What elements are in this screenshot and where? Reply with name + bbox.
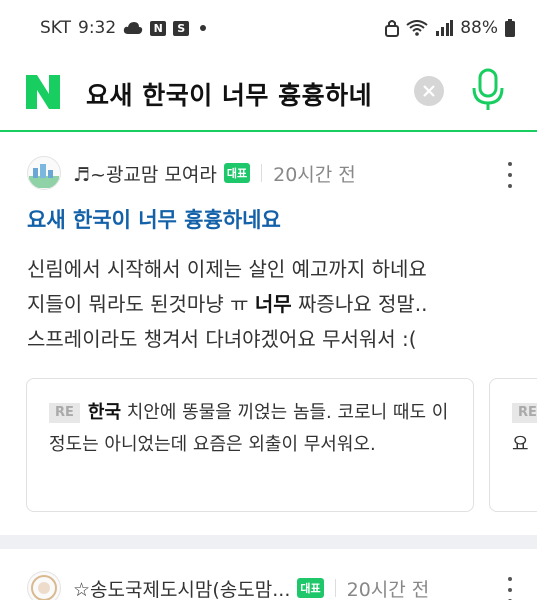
cafe-name[interactable]: ♬~광교맘 모여라: [73, 160, 217, 187]
cafe-name[interactable]: ☆송도국제도시맘(송도맘...: [73, 575, 290, 600]
more-icon: [508, 577, 512, 581]
search-bar: 요새 한국이 너무 흉흉하네: [0, 56, 537, 132]
cafe-thumbnail-image: [31, 575, 57, 600]
snippet-line: 스프레이라도 챙겨서 다녀야겠어요 무서워서 :(: [27, 327, 417, 351]
battery-percent: 88%: [460, 18, 498, 38]
search-input[interactable]: 요새 한국이 너무 흉흉하네: [86, 76, 402, 112]
section-divider: [0, 535, 537, 549]
comment-card[interactable]: RE 한국 치안에 똥물을 끼얹는 놈들. 코로니 때도 이 정도는 아니었는데 …: [26, 378, 474, 512]
mic-icon[interactable]: [470, 68, 506, 112]
search-result-card[interactable]: ♬~광교맘 모여라 대표 20시간 전 요새 한국이 너무 흉흉하네요 신림에서…: [0, 132, 537, 535]
post-title[interactable]: 요새 한국이 너무 흉흉하네요: [27, 204, 281, 234]
clear-icon: [423, 85, 435, 97]
divider: [261, 164, 263, 182]
search-result-card[interactable]: ☆송도국제도시맘(송도맘... 대표 20시간 전: [0, 549, 537, 600]
comment-text: RE 요: [512, 397, 537, 461]
lock-icon: [385, 20, 400, 37]
more-notifications-dot-icon: [200, 25, 207, 31]
snippet-line: 지들이 뭐라도 된것마냥 ㅠ 너무 짜증나요 정말..: [27, 292, 428, 316]
re-badge: RE: [49, 403, 80, 423]
cafe-header: ☆송도국제도시맘(송도맘... 대표 20시간 전: [27, 571, 429, 600]
cafe-thumbnail-image: [29, 164, 59, 188]
representative-badge: 대표: [297, 578, 324, 598]
wifi-icon: [406, 20, 428, 36]
status-bar: SKT 9:32 N S 88%: [0, 0, 537, 56]
naver-notification-icon: N: [150, 20, 167, 36]
clock: 9:32: [78, 18, 117, 38]
clear-search-button[interactable]: [414, 76, 444, 106]
cloud-icon: [124, 22, 143, 34]
more-options-button[interactable]: [503, 577, 517, 600]
comment-card[interactable]: RE 요: [489, 378, 537, 512]
post-time: 20시간 전: [346, 578, 430, 600]
more-icon: [508, 162, 512, 166]
highlight: 너무: [254, 292, 292, 316]
cafe-header: ♬~광교맘 모여라 대표 20시간 전: [27, 156, 356, 190]
comment-text: RE 한국 치안에 똥물을 끼얹는 놈들. 코로니 때도 이 정도는 아니었는데 …: [49, 402, 449, 455]
s-notification-icon: S: [173, 20, 190, 36]
highlight: 한국: [87, 402, 122, 423]
cafe-thumbnail[interactable]: [27, 571, 61, 600]
post-time: 20시간 전: [273, 163, 356, 186]
naver-logo[interactable]: [24, 73, 62, 111]
representative-badge: 대표: [223, 163, 251, 183]
divider: [334, 579, 336, 597]
battery-icon: [505, 19, 515, 37]
cafe-thumbnail[interactable]: [27, 156, 61, 190]
more-options-button[interactable]: [503, 162, 517, 188]
re-badge: RE: [512, 403, 537, 423]
post-snippet[interactable]: 신림에서 시작해서 이제는 살인 예고까지 하네요 지들이 뭐라도 된것마냥 ㅠ…: [27, 252, 517, 357]
snippet-line: 신림에서 시작해서 이제는 살인 예고까지 하네요: [27, 257, 427, 281]
carrier: SKT: [40, 18, 72, 38]
signal-icon: [436, 20, 454, 36]
